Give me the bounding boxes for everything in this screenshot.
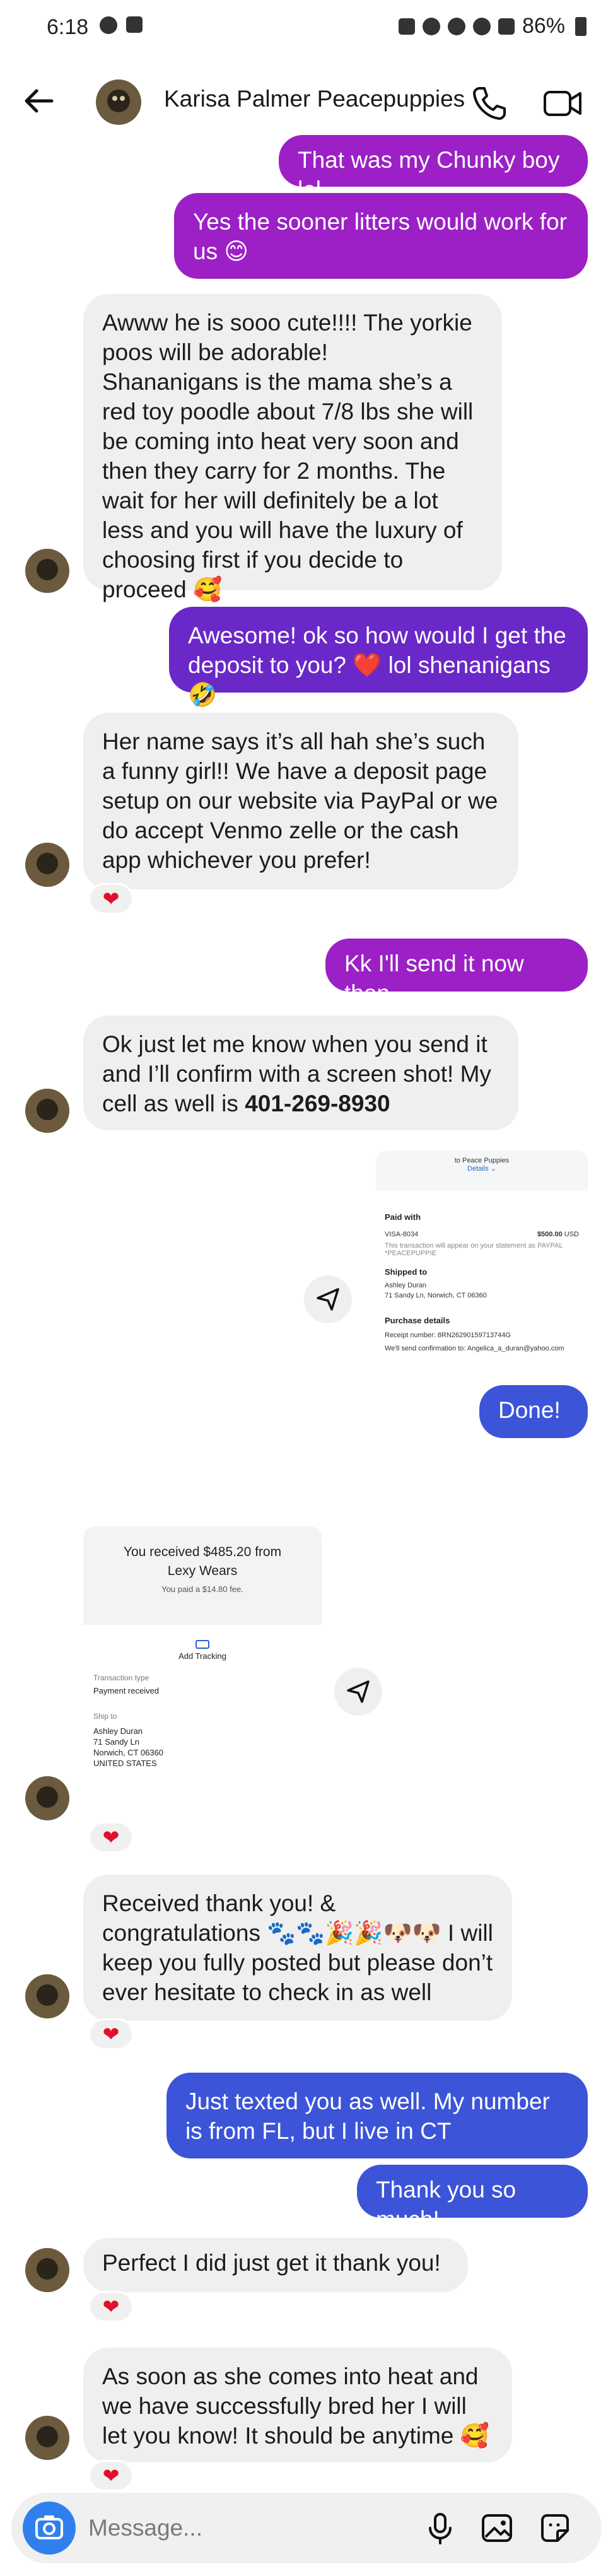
chat-header: Karisa Palmer Peacepuppies bbox=[0, 58, 613, 144]
sticker-icon bbox=[541, 2514, 569, 2542]
heart-icon: ❤ bbox=[102, 2023, 120, 2046]
payment-received-image[interactable]: You received $485.20 from Lexy Wears You… bbox=[83, 1526, 322, 1812]
contact-avatar-small[interactable] bbox=[25, 1776, 69, 1820]
heart-icon: ❤ bbox=[102, 887, 120, 910]
message-bubble-incoming[interactable]: As soon as she comes into heat and we ha… bbox=[83, 2348, 512, 2462]
status-bar: 6:18 86% bbox=[0, 0, 613, 58]
image-icon bbox=[482, 2514, 512, 2542]
microphone-icon bbox=[429, 2513, 452, 2544]
chrome-icon bbox=[100, 16, 117, 34]
contact-avatar-small[interactable] bbox=[25, 549, 69, 593]
video-call-button[interactable] bbox=[541, 83, 585, 124]
sticker-button[interactable] bbox=[536, 2509, 574, 2547]
camera-button[interactable] bbox=[23, 2502, 76, 2555]
message-bubble-outgoing[interactable]: Just texted you as well. My number is fr… bbox=[166, 2073, 588, 2158]
heart-icon: ❤ bbox=[102, 2464, 120, 2487]
share-button[interactable] bbox=[334, 1668, 382, 1716]
message-input[interactable] bbox=[88, 2512, 391, 2544]
battery-icon bbox=[575, 16, 587, 36]
video-camera-icon bbox=[544, 91, 581, 116]
send-icon bbox=[317, 1288, 339, 1311]
arrow-left-icon bbox=[25, 89, 54, 113]
message-bubble-outgoing[interactable]: Awesome! ok so how would I get the depos… bbox=[169, 607, 588, 708]
contact-avatar[interactable] bbox=[96, 79, 141, 125]
phone-number[interactable]: 401-269-8930 bbox=[245, 1091, 390, 1116]
battery-percent: 86% bbox=[522, 14, 565, 38]
gallery-notification-icon bbox=[126, 16, 143, 33]
contact-avatar-small[interactable] bbox=[25, 1089, 69, 1133]
message-bubble-incoming[interactable]: Her name says it’s all hah she’s such a … bbox=[83, 713, 518, 889]
contact-avatar-small[interactable] bbox=[25, 1974, 69, 2018]
contact-avatar-small[interactable] bbox=[25, 843, 69, 887]
hotspot-icon bbox=[447, 17, 465, 35]
heart-icon: ❤ bbox=[102, 2295, 120, 2318]
message-bubble-outgoing[interactable]: That was my Chunky boy lol bbox=[279, 135, 588, 202]
share-button[interactable] bbox=[304, 1275, 352, 1323]
message-bubble-incoming[interactable]: Perfect I did just get it thank you! bbox=[83, 2238, 468, 2292]
contact-avatar-small[interactable] bbox=[25, 2248, 69, 2292]
heart-reaction[interactable]: ❤ bbox=[88, 2460, 134, 2491]
heart-icon: ❤ bbox=[102, 1826, 120, 1849]
signal-icon bbox=[498, 18, 515, 35]
back-button[interactable] bbox=[19, 81, 59, 121]
heart-reaction[interactable]: ❤ bbox=[88, 2291, 134, 2322]
status-time: 6:18 bbox=[47, 15, 89, 39]
heart-reaction[interactable]: ❤ bbox=[88, 883, 134, 915]
truck-icon bbox=[196, 1640, 209, 1649]
gallery-button[interactable] bbox=[478, 2509, 516, 2547]
contact-avatar-small[interactable] bbox=[25, 2416, 69, 2460]
message-bubble-outgoing[interactable]: Done! bbox=[479, 1385, 588, 1438]
wifi-icon bbox=[472, 17, 491, 35]
message-bubble-incoming[interactable]: Received thank you! & congratulations 🐾🐾… bbox=[83, 1875, 512, 2021]
message-bubble-incoming[interactable]: Ok just let me know when you send it and… bbox=[83, 1016, 518, 1130]
microphone-button[interactable] bbox=[421, 2509, 459, 2547]
message-composer bbox=[11, 2493, 602, 2563]
voice-call-button[interactable] bbox=[469, 83, 510, 124]
alarm-icon bbox=[422, 17, 440, 35]
message-bubble-outgoing[interactable]: Yes the sooner litters would work for us… bbox=[174, 193, 588, 279]
phone-icon bbox=[473, 87, 506, 120]
camera-icon bbox=[35, 2515, 63, 2539]
heart-reaction[interactable]: ❤ bbox=[88, 1822, 134, 1853]
lock-icon bbox=[398, 18, 415, 35]
send-icon bbox=[347, 1680, 370, 1703]
contact-name[interactable]: Karisa Palmer Peacepuppies bbox=[164, 86, 465, 112]
message-bubble-outgoing[interactable]: Kk I'll send it now then bbox=[325, 939, 588, 1006]
heart-reaction[interactable]: ❤ bbox=[88, 2018, 134, 2050]
message-bubble-incoming[interactable]: Awww he is sooo cute!!!! The yorkie poos… bbox=[83, 294, 502, 602]
message-bubble-outgoing[interactable]: Thank you so much! bbox=[357, 2165, 588, 2232]
